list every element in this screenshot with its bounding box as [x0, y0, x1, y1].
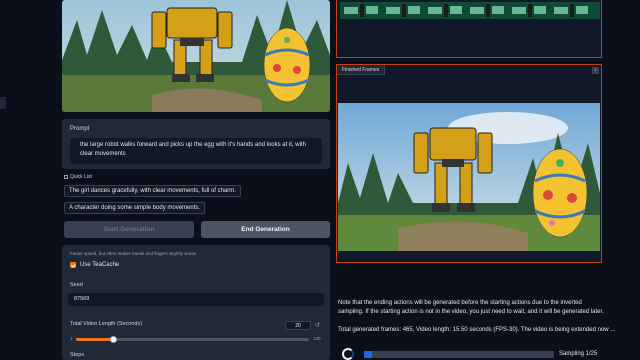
progress-bar-fill	[364, 351, 372, 358]
prompt-card: Prompt the large robot walks forward and…	[62, 119, 330, 169]
slider-fill	[76, 338, 114, 341]
latent-preview-strip	[340, 2, 600, 19]
preview-strip-panel	[336, 0, 602, 58]
video-length-label: Total Video Length (Seconds)	[70, 321, 143, 327]
robot-egg-image	[62, 0, 330, 112]
list-icon	[64, 175, 68, 179]
settings-panel: Faster speed, but often makes hands and …	[62, 245, 330, 360]
video-length-input[interactable]: 20	[285, 321, 311, 330]
latent-preview-image	[340, 2, 600, 19]
teacache-option[interactable]: Use TeaCache	[70, 262, 119, 268]
prompt-label: Prompt	[70, 126, 90, 132]
teacache-checkbox[interactable]	[70, 262, 76, 268]
start-generation-button[interactable]: Start Generation	[64, 221, 194, 238]
progress-bar	[364, 351, 554, 358]
end-generation-button[interactable]: End Generation	[201, 221, 330, 238]
progress-label: Sampling 1/25	[559, 351, 598, 357]
sampling-progress: Sampling 1/25	[342, 347, 602, 360]
finished-frames-panel: Finished Frames ↓	[336, 64, 602, 263]
left-column: Prompt the large robot walks forward and…	[56, 0, 336, 360]
quick-list-label-text: Quick List	[70, 174, 92, 180]
seed-label: Seed	[70, 282, 83, 288]
sampling-note: Note that the ending actions will be gen…	[338, 300, 604, 315]
teacache-label: Use TeaCache	[80, 262, 120, 268]
download-icon[interactable]: ↓	[592, 67, 599, 74]
collapsed-panel-handle[interactable]	[0, 97, 6, 109]
reset-icon[interactable]: ↺	[315, 322, 320, 329]
quick-list-item[interactable]: A character doing some simple body movem…	[64, 202, 206, 214]
steps-label: Steps	[70, 352, 85, 358]
prompt-textarea[interactable]: the large robot walks forward and picks …	[70, 138, 322, 164]
app-root: Prompt the large robot walks forward and…	[0, 0, 640, 360]
seed-input[interactable]: 87569	[68, 293, 324, 306]
finished-frame-video[interactable]	[338, 103, 600, 251]
quick-list-label: Quick List	[64, 174, 92, 180]
teacache-hint: Faster speed, but often makes hands and …	[70, 251, 198, 256]
generation-status: Total generated frames: 465, Video lengt…	[338, 327, 616, 333]
slider-thumb[interactable]	[110, 336, 117, 343]
video-length-slider[interactable]	[76, 336, 309, 343]
finished-frames-tab[interactable]: Finished Frames	[337, 65, 386, 75]
slider-min-label: 1	[70, 336, 73, 341]
quick-list-item[interactable]: The girl dances gracefully, with clear m…	[64, 185, 241, 197]
input-image[interactable]	[62, 0, 330, 112]
loading-spinner-icon	[342, 348, 354, 360]
slider-max-label: 120	[313, 336, 321, 341]
video-frame-image	[338, 103, 600, 251]
